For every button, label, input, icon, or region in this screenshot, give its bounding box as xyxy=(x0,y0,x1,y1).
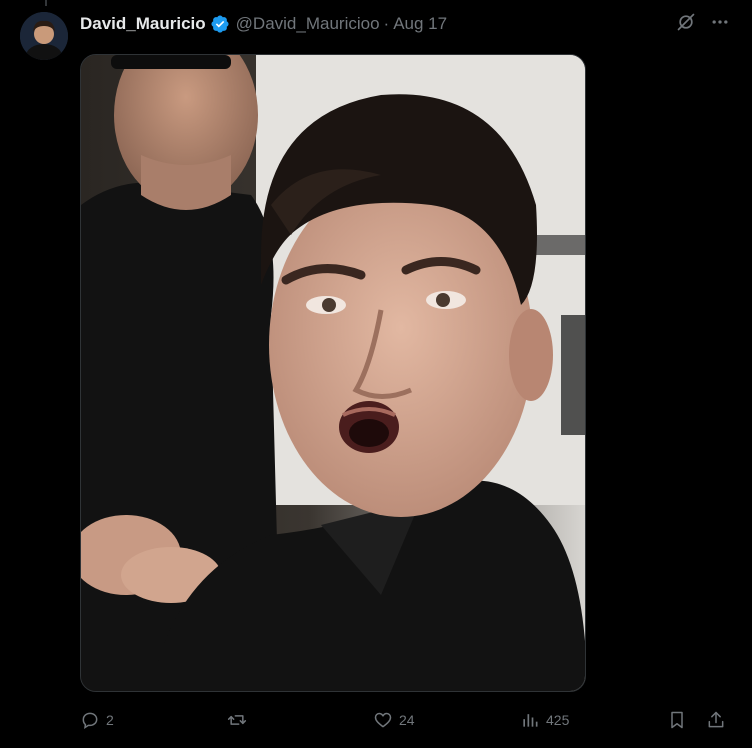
tweet-header: David_Mauricio @David_Mauricioo · Aug 17 xyxy=(80,12,447,36)
bookmark-button[interactable] xyxy=(667,708,687,732)
views-icon xyxy=(520,710,540,730)
like-icon xyxy=(373,710,393,730)
share-icon xyxy=(706,710,726,730)
thread-connector-line xyxy=(45,0,47,6)
reply-count: 2 xyxy=(106,712,114,728)
top-actions xyxy=(676,12,730,32)
avatar[interactable] xyxy=(20,12,68,60)
views-count: 425 xyxy=(546,712,570,728)
grok-icon[interactable] xyxy=(676,12,696,32)
separator-dot: · xyxy=(383,14,390,33)
more-icon[interactable] xyxy=(710,12,730,32)
reply-button[interactable]: 2 xyxy=(80,708,114,732)
views-button[interactable]: 425 xyxy=(520,708,569,732)
retweet-button[interactable] xyxy=(227,708,253,732)
share-button[interactable] xyxy=(706,708,726,732)
verified-badge-icon xyxy=(210,14,230,34)
reply-icon xyxy=(80,710,100,730)
bookmark-icon xyxy=(667,710,687,730)
like-count: 24 xyxy=(399,712,415,728)
tweet-action-bar: 2 24 425 xyxy=(80,708,730,732)
user-handle[interactable]: @David_Mauricioo xyxy=(236,14,380,34)
display-name[interactable]: David_Mauricio xyxy=(80,14,206,34)
like-button[interactable]: 24 xyxy=(373,708,415,732)
tweet-date[interactable]: Aug 17 xyxy=(393,14,447,34)
retweet-icon xyxy=(227,710,247,730)
tweet-media-image[interactable] xyxy=(80,54,586,692)
